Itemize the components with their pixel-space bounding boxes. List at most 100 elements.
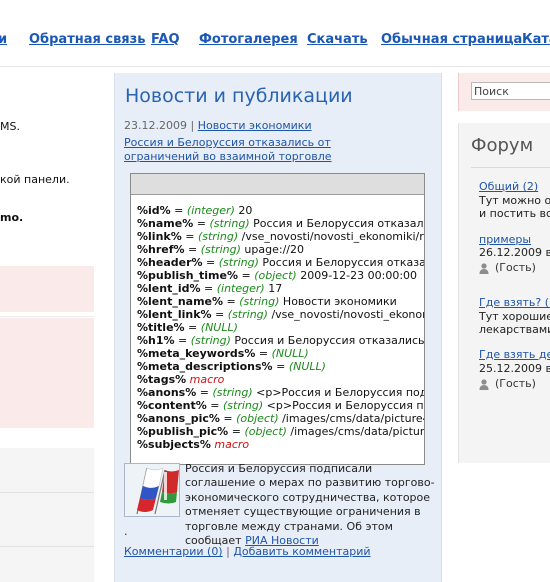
debug-var-name: %content%: [137, 399, 207, 412]
forum-author-name: (Гость): [495, 261, 536, 274]
debug-type: (string): [190, 334, 231, 347]
forum-topic-desc: Тут хорошие л: [479, 310, 550, 323]
nav-link-catalog[interactable]: Ката: [522, 32, 550, 47]
debug-var-name: %title%: [137, 321, 185, 334]
debug-equals: =: [184, 321, 201, 334]
nav-link-feedback[interactable]: Обратная связь: [29, 32, 145, 47]
category-link[interactable]: Новости экономики: [198, 119, 312, 132]
add-comment-link[interactable]: Добавить комментарий: [233, 545, 370, 558]
left-text-fragment: MS.: [0, 120, 20, 133]
forum-author-name: (Гость): [495, 377, 536, 390]
forum-post-author: (Гость): [479, 377, 536, 390]
forum-topic-link[interactable]: Где взять? (): [479, 296, 550, 309]
forum-title: Форум: [471, 135, 534, 156]
debug-var-name: %id%: [137, 204, 171, 217]
debug-type: (string): [239, 295, 280, 308]
debug-row: %publish_pic% = (object) /images/cms/dat…: [137, 425, 424, 438]
debug-type: (object): [254, 269, 297, 282]
debug-value: Россия и Белоруссия отказались от: [253, 217, 424, 230]
debug-equals: =: [193, 217, 210, 230]
debug-type: (NULL): [200, 321, 238, 334]
news-panel: Новости и публикации 23.12.2009 | Новост…: [114, 73, 442, 582]
forum-topic-link[interactable]: Где взять ден: [479, 348, 550, 361]
debug-value: /vse_novosti/novosti_ekonomiki/rossiya: [241, 230, 424, 243]
left-divider: [0, 492, 94, 493]
debug-row: %meta_keywords% = (NULL): [137, 347, 424, 360]
debug-equals: =: [170, 204, 187, 217]
debug-equals: =: [184, 243, 201, 256]
left-text-fragment: mo.: [0, 211, 24, 224]
debug-value: /images/cms/data/picture4.jpg: [282, 412, 424, 425]
forum-panel: Форум Общий (2) Тут можно обс и постить …: [458, 123, 550, 463]
debug-equals: =: [238, 269, 255, 282]
debug-row: %h1% = (string) Россия и Белоруссия отка…: [137, 334, 424, 347]
debug-row: %tags% macro: [137, 373, 424, 386]
debug-var-name: %anons_pic%: [137, 412, 220, 425]
debug-row: %lent_name% = (string) Новости экономики: [137, 295, 424, 308]
debug-row: %href% = (string) upage://20: [137, 243, 424, 256]
article-headline: Россия и Белоруссия отказались от ограни…: [124, 136, 404, 164]
forum-topic-desc: лекарствами.: [479, 323, 550, 336]
debug-type: (string): [209, 217, 250, 230]
debug-var-name: %publish_time%: [137, 269, 238, 282]
debug-type: (object): [244, 425, 287, 438]
left-column: MS. кой панели. mo.: [0, 68, 94, 582]
forum-topic-desc: и постить всяк: [479, 207, 550, 220]
user-icon: [479, 378, 489, 390]
headline-link[interactable]: Россия и Белоруссия отказались от ограни…: [124, 136, 332, 163]
debug-equals: =: [174, 334, 191, 347]
debug-value: upage://20: [240, 243, 304, 256]
nav-link-regular-page[interactable]: Обычная страница: [381, 32, 522, 47]
forum-post-date: 25.12.2009 в 0: [479, 362, 550, 375]
debug-macro: macro: [214, 438, 250, 451]
debug-type: (string): [218, 256, 259, 269]
debug-equals: =: [206, 399, 223, 412]
article-meta: 23.12.2009 | Новости экономики: [124, 119, 312, 132]
nav-link-photogallery[interactable]: Фотогалерея: [199, 32, 298, 47]
forum-post-link[interactable]: примеры: [479, 233, 550, 246]
nav-link-faq[interactable]: FAQ: [151, 32, 180, 47]
debug-box-body: %id% = (integer) 20 %name% = (string) Рос…: [131, 195, 424, 451]
forum-post-date: 26.12.2009 в 0: [479, 246, 550, 259]
debug-value: Россия и Белоруссия отказались от ог: [234, 334, 425, 347]
debug-row: %anons% = (string) <p>Россия и Белорусси…: [137, 386, 424, 399]
debug-type: (string): [197, 230, 239, 243]
forum-topic-where-money[interactable]: Где взять ден: [479, 348, 550, 361]
debug-type: (integer): [186, 204, 235, 217]
debug-var-name: %name%: [137, 217, 194, 230]
debug-var-name: %lent_id%: [137, 282, 201, 295]
debug-row: %header% = (string) Россия и Белоруссия …: [137, 256, 424, 269]
debug-type: (NULL): [271, 347, 309, 360]
comments-link[interactable]: Комментарии (0): [124, 545, 223, 558]
user-icon: [479, 262, 489, 274]
forum-topic-general[interactable]: Общий (2): [479, 180, 538, 193]
debug-value: 2009-12-23 00:00:00: [296, 269, 418, 282]
debug-var-name: %meta_descriptions%: [137, 360, 273, 373]
debug-var-name: %header%: [137, 256, 203, 269]
article-links: Комментарии (0) | Добавить комментарий: [124, 545, 371, 558]
debug-row: %link% = (string) /vse_novosti/novosti_e…: [137, 230, 424, 243]
debug-var-name: %href%: [137, 243, 185, 256]
left-panel-pink: [0, 318, 94, 428]
debug-type: (object): [236, 412, 279, 425]
debug-equals: =: [228, 425, 245, 438]
debug-type: (string): [227, 308, 268, 321]
forum-topic-link[interactable]: Общий (2): [479, 180, 550, 193]
debug-equals: =: [219, 412, 237, 425]
nav-link-truncated[interactable]: и: [0, 32, 7, 47]
forum-post-examples[interactable]: примеры: [479, 233, 531, 246]
forum-topic-where-get[interactable]: Где взять? (): [479, 296, 550, 309]
debug-row: %name% = (string) Россия и Белоруссия от…: [137, 217, 424, 230]
news-thumbnail-image[interactable]: [124, 463, 180, 517]
debug-type: (integer): [216, 282, 265, 295]
debug-equals: =: [211, 308, 228, 321]
search-input[interactable]: [471, 82, 550, 100]
debug-equals: =: [196, 386, 213, 399]
debug-equals: =: [272, 360, 289, 373]
forum-post-author: (Гость): [479, 261, 536, 274]
debug-row: %title% = (NULL): [137, 321, 424, 334]
nav-link-download[interactable]: Скачать: [307, 32, 368, 47]
debug-equals: =: [181, 230, 198, 243]
debug-type: (string): [222, 399, 264, 412]
page-title: Новости и публикации: [125, 85, 353, 107]
